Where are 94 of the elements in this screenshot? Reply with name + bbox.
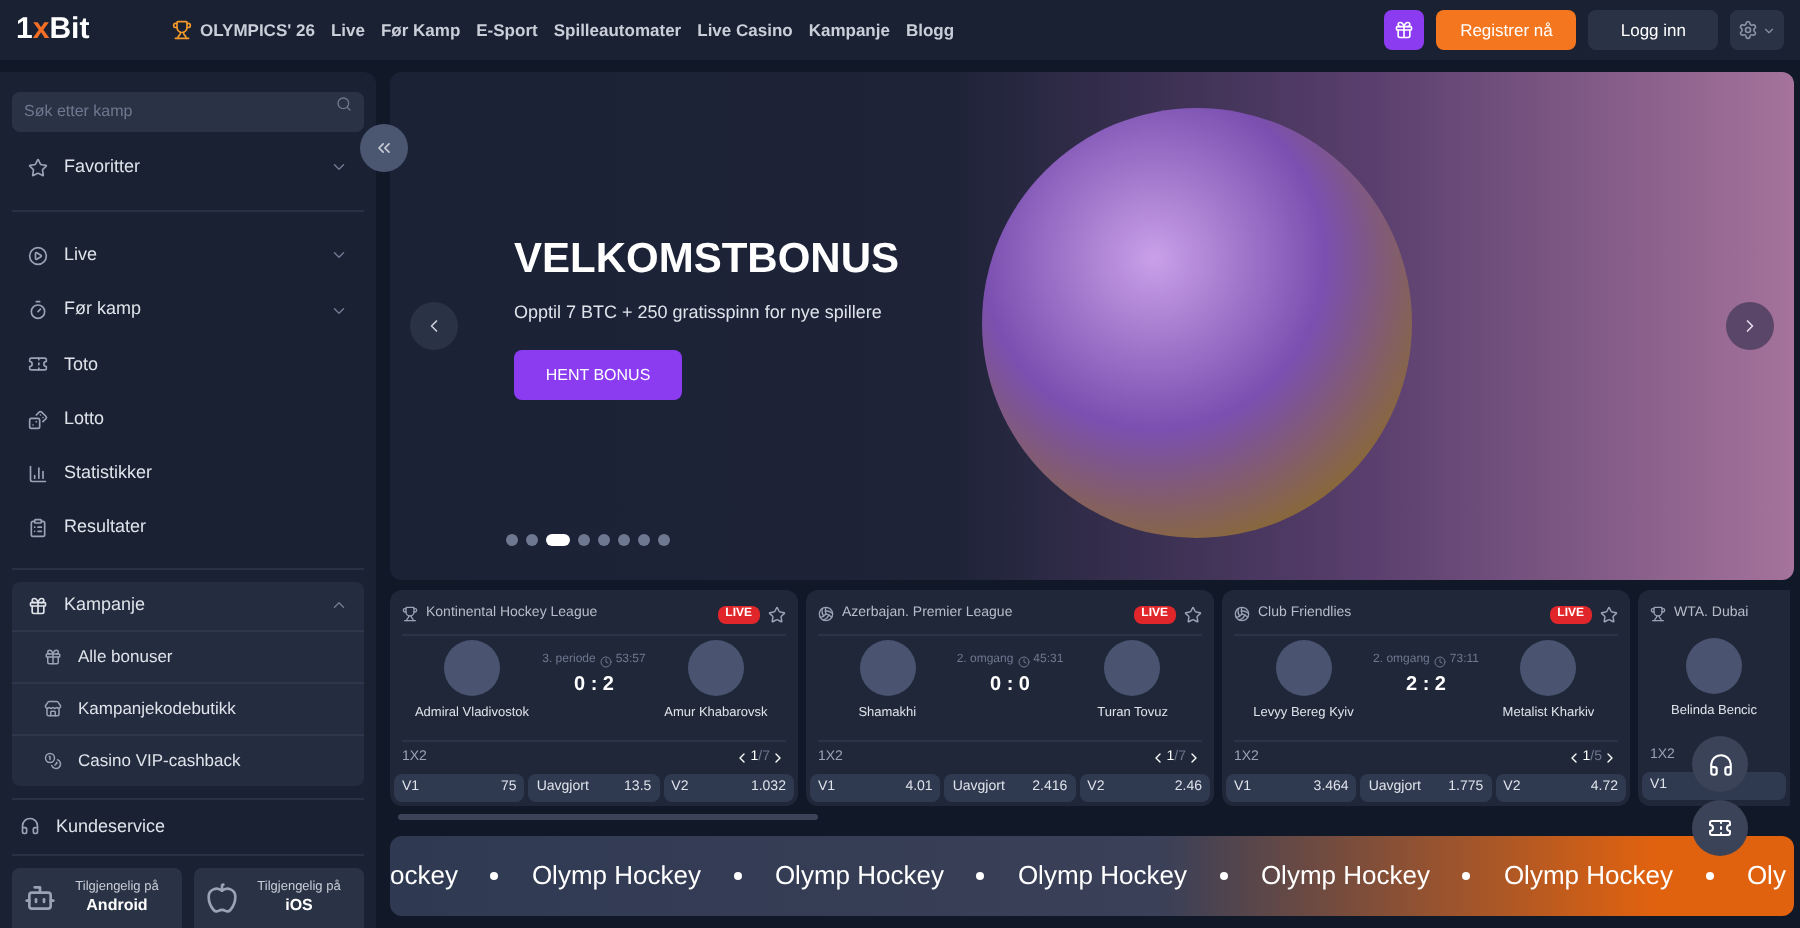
nav-link[interactable]: Spilleautomater xyxy=(553,17,682,43)
gift-button[interactable] xyxy=(1384,10,1425,50)
nav-link[interactable]: Blogg xyxy=(905,17,955,43)
clipboard-icon xyxy=(28,518,48,539)
sidebar-item-label: Lotto xyxy=(64,405,107,432)
nav-link[interactable]: Live Casino xyxy=(697,17,793,43)
sidebar-item-label: Statistikker xyxy=(64,460,155,487)
settings-icon xyxy=(1738,20,1758,40)
logo[interactable]: 1xBit xyxy=(16,7,140,53)
gift-icon xyxy=(44,647,62,666)
trophy-icon xyxy=(172,20,192,40)
nav-link[interactable]: Kampanje xyxy=(808,17,890,43)
gift-icon xyxy=(28,595,48,616)
timer-icon xyxy=(28,300,48,321)
star-icon xyxy=(28,157,48,178)
ticker-text: Olymp Hockey xyxy=(531,858,701,895)
bonus-button[interactable]: HENT BONUS xyxy=(514,350,682,400)
sidebar-item[interactable]: Resultater xyxy=(12,501,364,556)
coin-icon xyxy=(44,751,62,770)
sidebar-item[interactable]: Kundeservice xyxy=(12,799,364,854)
sidebar-item-label: Resultater xyxy=(64,514,149,541)
chart-icon xyxy=(28,463,48,484)
ball-icon xyxy=(1234,606,1250,622)
sidebar-item[interactable]: Toto xyxy=(12,337,364,392)
team-logo-placeholder xyxy=(687,640,744,696)
scrollbar[interactable] xyxy=(398,814,818,820)
team-logo-placeholder xyxy=(859,640,916,696)
store-icon xyxy=(44,699,62,718)
clock-icon xyxy=(1017,655,1030,667)
android-icon xyxy=(24,882,56,914)
match-score: 0 : 0 xyxy=(989,672,1030,700)
ticker-text: ockey xyxy=(390,858,458,895)
gift-icon xyxy=(1394,20,1415,40)
nav-link[interactable]: OLYMPICS' 26 xyxy=(172,17,315,43)
headset-icon xyxy=(1707,751,1733,777)
sidebar-subitem-label: Alle bonuser xyxy=(78,643,173,670)
sidebar-subitem-label: Kampanjekodebutikk xyxy=(78,695,236,722)
match-score: 2 : 2 xyxy=(1405,672,1446,700)
login-button[interactable]: Logg inn xyxy=(1588,10,1718,50)
double-chevron-icon xyxy=(374,138,394,158)
avatar-placeholder xyxy=(1686,638,1742,694)
sidebar-subitem-label: Casino VIP-cashback xyxy=(78,747,241,774)
favorite-star-icon[interactable] xyxy=(1184,605,1202,623)
team-logo-placeholder xyxy=(1275,640,1332,696)
play-icon xyxy=(28,245,48,266)
search-icon xyxy=(336,96,352,112)
sidebar-subitem[interactable]: Casino VIP-cashback xyxy=(12,733,364,786)
ticker-text: Olymp Hockey xyxy=(774,858,944,895)
sidebar-item[interactable]: Statistikker xyxy=(12,446,364,501)
sidebar-item-label: Før kamp xyxy=(64,296,144,323)
apple-icon xyxy=(206,882,238,914)
sidebar-item-label: Toto xyxy=(64,351,101,378)
trophy-icon xyxy=(1650,606,1666,622)
trophy-icon xyxy=(402,606,418,622)
chevron-down-icon xyxy=(1762,23,1776,37)
ticket-icon xyxy=(1708,816,1732,840)
settings-button[interactable] xyxy=(1730,10,1784,50)
search-field[interactable]: Søk etter kamp xyxy=(12,91,364,131)
sidebar-item-label: Kundeservice xyxy=(56,813,166,840)
sidebar-subitem[interactable]: Kampanjekodebutikk xyxy=(12,681,364,734)
team-logo-placeholder xyxy=(1520,640,1577,696)
dice-icon xyxy=(28,409,48,430)
team-logo-placeholder xyxy=(1104,640,1161,696)
sidebar-item[interactable]: Live xyxy=(12,228,364,283)
sidebar-item-label: Kampanje xyxy=(64,592,148,618)
nav-link[interactable]: Live xyxy=(330,17,365,43)
ticker-text: Olymp Hockey xyxy=(1260,858,1430,895)
ticker-text: Olymp Hockey xyxy=(1017,858,1187,895)
ticker-text: Oly xyxy=(1746,858,1786,895)
nav-link[interactable]: Før Kamp xyxy=(380,17,461,43)
sidebar-item-label: Live xyxy=(64,242,100,269)
chevron-right-icon[interactable] xyxy=(1186,750,1202,766)
banner-title: VELKOMSTBONUS xyxy=(514,234,900,286)
favorite-star-icon[interactable] xyxy=(768,605,786,623)
clock-icon xyxy=(599,655,612,667)
collapse-sidebar-button[interactable] xyxy=(360,124,408,172)
nav-link[interactable]: E-Sport xyxy=(476,17,538,43)
sidebar-item[interactable]: Før kamp xyxy=(12,283,364,338)
ticket-icon xyxy=(28,354,48,375)
ticker-text: Olymp Hockey xyxy=(1503,858,1673,895)
sidebar-item[interactable]: Kampanje xyxy=(12,581,364,630)
match-score: 0 : 2 xyxy=(573,672,614,700)
sidebar-item[interactable]: Lotto xyxy=(12,392,364,447)
sidebar-item-label: Favoritter xyxy=(64,153,143,180)
favorite-star-icon[interactable] xyxy=(1600,605,1618,623)
headset-icon xyxy=(20,816,40,837)
chevron-right-icon[interactable] xyxy=(770,750,786,766)
banner-subtitle: Opptil 7 BTC + 250 gratisspinn for nye spillere xyxy=(514,299,884,326)
team-logo-placeholder xyxy=(444,640,500,696)
ball-icon xyxy=(818,606,834,622)
sidebar-subitem[interactable]: Alle bonuser xyxy=(12,629,364,682)
clock-icon xyxy=(1433,655,1446,667)
chevron-right-icon[interactable] xyxy=(1602,750,1618,766)
sidebar-item[interactable]: Favoritter xyxy=(12,140,364,195)
